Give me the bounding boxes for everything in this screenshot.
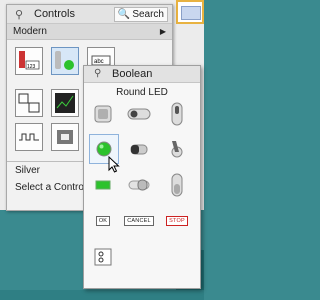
slide-switch[interactable] [124, 170, 154, 200]
desktop-strip [0, 290, 204, 300]
ok-button: OK [95, 216, 111, 226]
controls-title: Controls [34, 8, 75, 20]
rectangular-led[interactable] [88, 170, 118, 200]
cancel-button-control[interactable]: CANCEL [124, 206, 154, 236]
search-label: Search [132, 9, 164, 20]
search-button[interactable]: 🔍 Search [113, 7, 168, 22]
oval-button[interactable] [124, 99, 154, 129]
boolean-palette-icon[interactable] [51, 47, 79, 75]
numeric-palette-icon[interactable]: 123 [15, 47, 43, 75]
array-icon [18, 93, 40, 113]
pin-icon[interactable]: ⚲ [94, 68, 101, 79]
stop-button: STOP [166, 216, 188, 226]
rocker-switch[interactable] [124, 134, 154, 164]
hover-tooltip: Round LED [116, 87, 168, 98]
category-silver[interactable]: Silver [15, 165, 40, 176]
io-palette-icon[interactable] [15, 123, 43, 151]
window-thumbnail[interactable] [176, 0, 204, 24]
boolean-palette: ⚲ Boolean Round LED OK CANCEL STOP [83, 65, 201, 289]
toggle-switch-icon [171, 141, 183, 158]
vertical-rocker-icon [171, 173, 183, 197]
pin-icon[interactable]: ⚲ [15, 8, 23, 21]
category-label: Modern [13, 26, 47, 37]
radio-buttons-control[interactable] [88, 242, 118, 272]
container-icon [57, 130, 73, 144]
toggle-switch[interactable] [162, 134, 192, 164]
oval-switch-icon [127, 108, 151, 120]
numeric-icon: 123 [19, 51, 40, 70]
thumbnail-preview-icon [181, 6, 201, 20]
vertical-toggle[interactable] [162, 99, 192, 129]
array-palette-icon[interactable] [15, 89, 43, 117]
slide-switch-icon [128, 179, 150, 191]
triangle-right-icon: ▶ [159, 27, 166, 36]
radio-buttons-icon [94, 248, 112, 266]
mouse-cursor-icon [108, 156, 120, 173]
square-led[interactable] [88, 99, 118, 129]
rectangular-led-icon [95, 180, 111, 190]
search-icon: 🔍 [117, 9, 131, 20]
vertical-toggle-icon [171, 102, 183, 126]
containers-palette-icon[interactable] [51, 123, 79, 151]
graph-palette-icon[interactable] [51, 89, 79, 117]
svg-text:123: 123 [27, 64, 36, 70]
ok-button-control[interactable]: OK [88, 206, 118, 236]
boolean-titlebar[interactable]: ⚲ Boolean [84, 66, 200, 83]
vertical-rocker[interactable] [162, 170, 192, 200]
stop-button-control[interactable]: STOP [162, 206, 192, 236]
boolean-title: Boolean [112, 68, 153, 80]
rocker-switch-icon [130, 144, 148, 155]
graph-icon [55, 93, 75, 113]
waveform-icon [19, 133, 39, 141]
category-modern[interactable]: Modern ▶ [7, 24, 172, 40]
controls-titlebar[interactable]: ⚲ Controls 🔍 Search [7, 5, 172, 24]
boolean-led-icon [55, 51, 74, 70]
square-led-icon [94, 105, 112, 123]
cancel-button: CANCEL [124, 216, 154, 226]
palette-divider [7, 161, 91, 162]
